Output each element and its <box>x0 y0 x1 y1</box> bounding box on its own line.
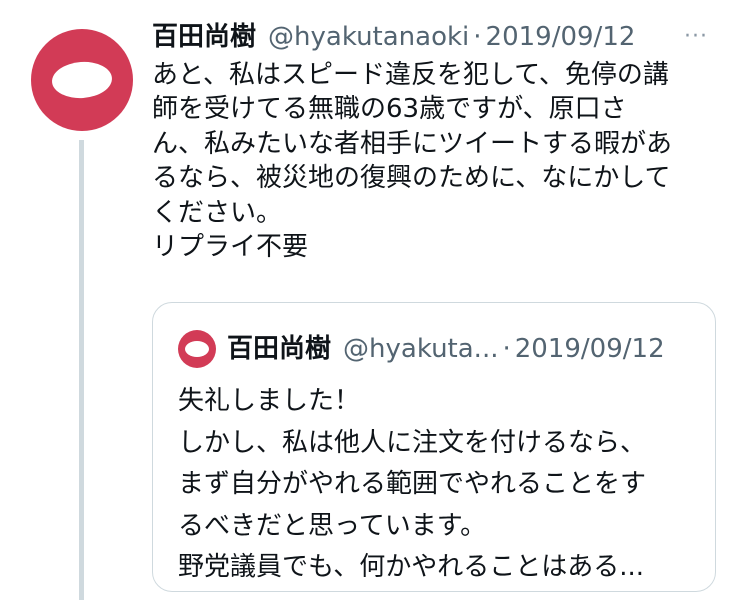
quoted-tweet-card[interactable]: 百田尚樹 @hyakuta... · 2019/09/12 失礼しました！ しか… <box>152 302 716 592</box>
quoted-tweet-header: 百田尚樹 @hyakuta... · 2019/09/12 <box>227 331 665 367</box>
quoted-body-line: 失礼しました！ <box>178 386 361 416</box>
tweet-body-line: るなら、被災地の復興のために、なにかして <box>152 163 671 194</box>
tweet-body-line: ん、私みたいな者相手にツイートする暇があ <box>152 128 673 159</box>
quoted-author-name: 百田尚樹 <box>227 334 332 364</box>
tweet-body-line: リプライ不要 <box>152 232 309 263</box>
tweet-header: 百田尚樹 @hyakutanaoki · 2019/09/12 <box>152 20 635 54</box>
author-name[interactable]: 百田尚樹 <box>152 20 256 54</box>
quoted-body-line: るべきだと思っています。 <box>178 510 487 541</box>
quoted-header-separator: · <box>502 334 511 364</box>
more-options-icon[interactable]: ··· <box>684 20 708 54</box>
quoted-avatar-emblem <box>185 341 209 357</box>
tweet-body: あと、私はスピード違反を犯して、免停の講 師を受けてる無職の63歳ですが、原口さ… <box>152 58 724 264</box>
thread-line <box>79 140 84 600</box>
tweet-body-line: 師を受けてる無職の63歳ですが、原口さ <box>152 94 627 125</box>
quoted-body-line: 野党議員でも、何かやれることはある... <box>178 552 645 582</box>
avatar-emblem <box>50 59 114 101</box>
author-avatar[interactable] <box>31 29 133 131</box>
tweet-body-line: あと、私はスピード違反を犯して、免停の講 <box>152 60 669 90</box>
header-separator: · <box>473 22 482 52</box>
quoted-body-line: しかし、私は他人に注文を付けるなら、 <box>178 427 647 458</box>
author-handle[interactable]: @hyakutanaoki <box>268 20 469 54</box>
quoted-tweet-date: 2019/09/12 <box>514 334 665 364</box>
quoted-author-handle: @hyakuta... <box>343 334 499 364</box>
tweet-body-line: ください。 <box>152 197 283 228</box>
quoted-author-avatar <box>178 330 216 368</box>
quoted-tweet-body: 失礼しました！ しかし、私は他人に注文を付けるなら、 まず自分がやれる範囲でやれ… <box>178 381 646 589</box>
tweet-date[interactable]: 2019/09/12 <box>486 20 636 54</box>
quoted-body-line: まず自分がやれる範囲でやれることをす <box>178 469 647 499</box>
